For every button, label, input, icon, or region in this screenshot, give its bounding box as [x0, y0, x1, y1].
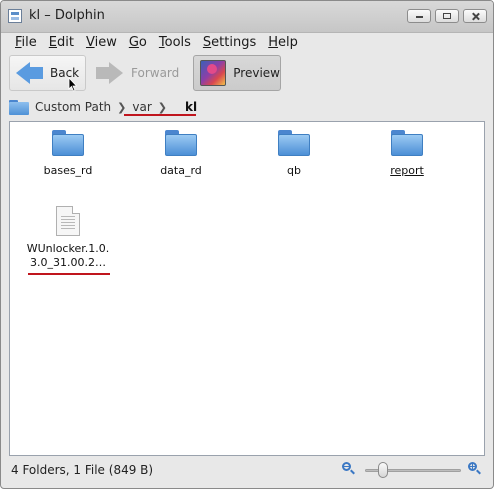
zoom-slider-handle[interactable] [377, 462, 388, 478]
item-name: WUnlocker.1.0. 3.0_31.00.2… [26, 242, 110, 270]
zoom-in-icon[interactable] [468, 462, 482, 476]
menu-bar: File Edit View Go Tools Settings Help [9, 35, 304, 53]
menu-file[interactable]: File [9, 35, 43, 53]
breadcrumb-root[interactable]: Custom Path [35, 100, 111, 114]
menu-edit[interactable]: Edit [43, 35, 80, 53]
folder-item-bases-rd[interactable]: bases_rd [26, 130, 110, 178]
preview-image-icon [198, 59, 227, 87]
forward-button[interactable]: Forward [91, 55, 187, 91]
zoom-out-icon[interactable] [342, 462, 356, 476]
item-name: bases_rd [43, 164, 93, 177]
menu-settings[interactable]: Settings [197, 35, 262, 53]
item-name-line-1: WUnlocker.1.0. [26, 242, 110, 255]
menu-view[interactable]: View [80, 35, 123, 53]
status-text: 4 Folders, 1 File (849 B) [11, 463, 154, 477]
folder-item-report[interactable]: report [365, 130, 449, 178]
mouse-pointer-icon [68, 77, 78, 92]
breadcrumb-separator-icon: ❯ [157, 100, 167, 114]
breadcrumb-separator-icon: ❯ [117, 100, 127, 114]
back-arrow-icon [14, 59, 44, 87]
folder-item-qb[interactable]: qb [252, 130, 336, 178]
minimize-button[interactable] [407, 9, 431, 23]
menu-go[interactable]: Go [123, 35, 153, 53]
folder-icon [52, 130, 84, 156]
title-bar[interactable]: kl – Dolphin [1, 1, 493, 33]
forward-label: Forward [131, 66, 180, 80]
breadcrumb-item-var[interactable]: var [132, 100, 151, 114]
forward-arrow-icon [95, 59, 125, 87]
folder-item-data-rd[interactable]: data_rd [139, 130, 223, 178]
item-name-line-2: 3.0_31.00.2… [30, 256, 106, 269]
text-file-icon [56, 206, 80, 236]
annotation-underline [124, 114, 196, 116]
folder-icon [391, 130, 423, 156]
preview-label: Preview [233, 66, 280, 80]
window-title: kl – Dolphin [29, 8, 105, 23]
toolbar: Back Forward Preview [7, 53, 489, 93]
menu-help[interactable]: Help [262, 35, 304, 53]
breadcrumb-item-kl[interactable]: kl [185, 100, 197, 114]
file-view[interactable]: bases_rd data_rd qb report WUnlocker.1.0… [9, 121, 485, 456]
close-button[interactable] [463, 9, 487, 23]
preview-button[interactable]: Preview [193, 55, 281, 91]
item-name: qb [287, 164, 301, 177]
file-item-wunlocker[interactable]: WUnlocker.1.0. 3.0_31.00.2… [26, 206, 110, 270]
folder-icon [278, 130, 310, 156]
folder-icon [165, 130, 197, 156]
app-icon[interactable] [8, 9, 22, 23]
window-controls [407, 9, 487, 23]
folder-icon [9, 99, 29, 115]
item-name: report [390, 164, 424, 177]
menu-tools[interactable]: Tools [153, 35, 197, 53]
maximize-button[interactable] [435, 9, 459, 23]
status-bar: 4 Folders, 1 File (849 B) [1, 459, 493, 481]
dolphin-window: kl – Dolphin File Edit View Go Tools Set… [0, 0, 494, 489]
annotation-underline [28, 273, 110, 275]
item-name: data_rd [160, 164, 202, 177]
